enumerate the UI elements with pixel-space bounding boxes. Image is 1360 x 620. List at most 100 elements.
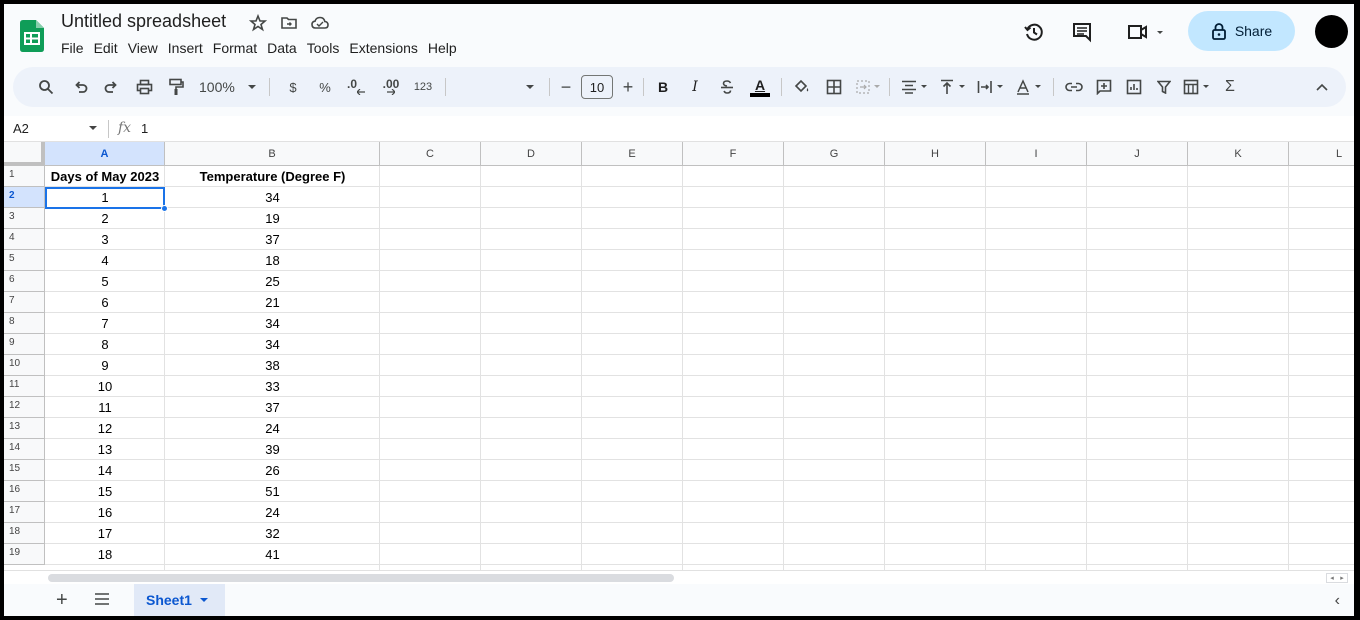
- cloud-status-icon[interactable]: [310, 13, 330, 33]
- header-cell[interactable]: Days of May 2023: [45, 166, 165, 187]
- document-title[interactable]: Untitled spreadsheet: [61, 11, 226, 32]
- fill-color-icon[interactable]: [789, 67, 815, 107]
- text-rotation-icon[interactable]: [1011, 67, 1047, 107]
- temperature-cell[interactable]: 21: [165, 292, 380, 313]
- all-sheets-icon[interactable]: [94, 592, 110, 606]
- merge-cells-icon[interactable]: [851, 67, 885, 107]
- horizontal-align-icon[interactable]: [897, 67, 933, 107]
- row-header[interactable]: 15: [4, 460, 45, 481]
- row-header[interactable]: 9: [4, 334, 45, 355]
- add-sheet-button[interactable]: +: [56, 589, 68, 612]
- menu-format[interactable]: Format: [208, 38, 262, 58]
- day-cell[interactable]: 9: [45, 355, 165, 376]
- undo-icon[interactable]: [69, 67, 93, 107]
- row-header[interactable]: 10: [4, 355, 45, 376]
- row-header[interactable]: 12: [4, 397, 45, 418]
- select-all-corner[interactable]: [4, 142, 45, 166]
- row-header[interactable]: 5: [4, 250, 45, 271]
- menu-data[interactable]: Data: [262, 38, 302, 58]
- temperature-cell[interactable]: 51: [165, 481, 380, 502]
- temperature-cell[interactable]: 37: [165, 397, 380, 418]
- decrease-font-size-button[interactable]: −: [557, 67, 575, 107]
- percent-format-button[interactable]: %: [315, 67, 335, 107]
- row-header[interactable]: 2: [4, 187, 45, 208]
- temperature-cell[interactable]: 26: [165, 460, 380, 481]
- print-icon[interactable]: [131, 67, 157, 107]
- row-header[interactable]: 16: [4, 481, 45, 502]
- day-cell[interactable]: 18: [45, 544, 165, 565]
- row-header[interactable]: 7: [4, 292, 45, 313]
- menu-help[interactable]: Help: [423, 38, 462, 58]
- chevron-down-icon[interactable]: [246, 67, 258, 107]
- avatar[interactable]: [1315, 15, 1348, 48]
- italic-button[interactable]: I: [685, 67, 705, 107]
- day-cell[interactable]: 10: [45, 376, 165, 397]
- temperature-cell[interactable]: 39: [165, 439, 380, 460]
- day-cell[interactable]: 3: [45, 229, 165, 250]
- day-cell[interactable]: 8: [45, 334, 165, 355]
- horizontal-scrollbar[interactable]: ◂ ▸: [4, 570, 1354, 584]
- scroll-arrows[interactable]: ◂ ▸: [1326, 573, 1348, 583]
- day-cell[interactable]: 12: [45, 418, 165, 439]
- zoom-select[interactable]: 100%: [199, 67, 245, 107]
- day-cell[interactable]: 13: [45, 439, 165, 460]
- temperature-cell[interactable]: 19: [165, 208, 380, 229]
- comments-icon[interactable]: [1068, 18, 1096, 46]
- day-cell[interactable]: 2: [45, 208, 165, 229]
- column-header[interactable]: J: [1087, 142, 1188, 166]
- more-formats-button[interactable]: 123: [411, 67, 435, 107]
- temperature-cell[interactable]: 34: [165, 313, 380, 334]
- increase-decimal-button[interactable]: .00: [375, 67, 403, 107]
- temperature-cell[interactable]: 25: [165, 271, 380, 292]
- row-header[interactable]: 6: [4, 271, 45, 292]
- temperature-cell[interactable]: 41: [165, 544, 380, 565]
- menu-extensions[interactable]: Extensions: [344, 38, 422, 58]
- column-header[interactable]: A: [45, 142, 165, 166]
- day-cell[interactable]: 15: [45, 481, 165, 502]
- temperature-cell[interactable]: 37: [165, 229, 380, 250]
- menu-file[interactable]: File: [56, 38, 89, 58]
- temperature-cell[interactable]: 24: [165, 418, 380, 439]
- temperature-cell[interactable]: 34: [165, 187, 380, 208]
- share-button[interactable]: Share: [1188, 11, 1295, 51]
- insert-chart-icon[interactable]: [1121, 67, 1147, 107]
- column-header[interactable]: C: [380, 142, 481, 166]
- temperature-cell[interactable]: 33: [165, 376, 380, 397]
- temperature-cell[interactable]: 18: [165, 250, 380, 271]
- insert-link-icon[interactable]: [1061, 67, 1087, 107]
- formula-input[interactable]: 1: [141, 121, 148, 136]
- font-size-input[interactable]: 10: [581, 75, 613, 99]
- redo-icon[interactable]: [99, 67, 123, 107]
- text-wrapping-icon[interactable]: [973, 67, 1009, 107]
- column-header[interactable]: L: [1289, 142, 1354, 166]
- paint-format-icon[interactable]: [163, 67, 189, 107]
- version-history-icon[interactable]: [1020, 18, 1048, 46]
- bold-button[interactable]: B: [653, 67, 673, 107]
- row-header[interactable]: 17: [4, 502, 45, 523]
- filter-icon[interactable]: [1151, 67, 1177, 107]
- day-cell[interactable]: 7: [45, 313, 165, 334]
- vertical-align-icon[interactable]: [935, 67, 971, 107]
- temperature-cell[interactable]: 24: [165, 502, 380, 523]
- column-header[interactable]: I: [986, 142, 1087, 166]
- cell-selection[interactable]: [45, 187, 165, 209]
- column-header[interactable]: G: [784, 142, 885, 166]
- day-cell[interactable]: 16: [45, 502, 165, 523]
- row-header[interactable]: 19: [4, 544, 45, 565]
- scroll-left-icon[interactable]: ◂: [1330, 574, 1334, 582]
- star-icon[interactable]: [248, 13, 268, 33]
- menu-edit[interactable]: Edit: [89, 38, 123, 58]
- scrollbar-thumb[interactable]: [48, 574, 674, 582]
- row-header[interactable]: 4: [4, 229, 45, 250]
- collapse-toolbar-icon[interactable]: [1311, 67, 1333, 107]
- text-color-button[interactable]: A: [747, 67, 773, 107]
- borders-icon[interactable]: [821, 67, 847, 107]
- spreadsheet-grid[interactable]: A B C D E F G H I J K L 1 Days of May 202…: [4, 142, 1354, 572]
- name-box[interactable]: A2: [13, 121, 29, 136]
- chevron-down-icon[interactable]: [89, 126, 97, 130]
- temperature-cell[interactable]: 34: [165, 334, 380, 355]
- temperature-cell[interactable]: 38: [165, 355, 380, 376]
- meet-icon[interactable]: [1124, 18, 1168, 46]
- filter-views-icon[interactable]: [1179, 67, 1215, 107]
- side-panel-toggle[interactable]: ‹: [1335, 592, 1340, 610]
